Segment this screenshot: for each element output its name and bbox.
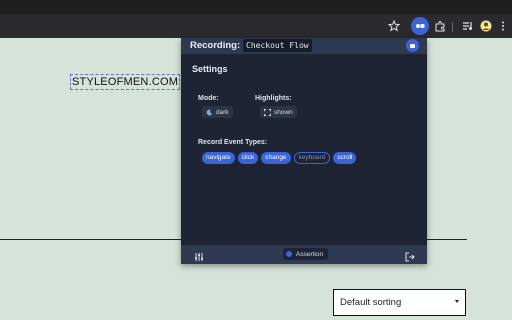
mode-toggle[interactable]: dark	[202, 106, 233, 118]
camera-icon	[410, 43, 415, 48]
chip-navigate[interactable]: navigate	[202, 152, 235, 164]
highlights-value: shown	[274, 108, 293, 116]
browser-tab-strip	[0, 0, 512, 14]
media-controls-icon[interactable]	[460, 18, 476, 34]
recorder-popup: Recording: Checkout Flow Settings Mode: …	[181, 38, 427, 264]
browser-menu-icon[interactable]	[495, 18, 511, 34]
settings-sliders-icon[interactable]	[194, 249, 204, 261]
mode-label: Mode:	[198, 95, 219, 102]
chevron-down-icon	[455, 300, 459, 303]
popup-header: Recording: Checkout Flow	[181, 38, 427, 54]
settings-title: Settings	[192, 64, 228, 74]
moon-icon	[206, 108, 213, 115]
add-icon	[286, 251, 292, 257]
assertion-label: Assertion	[296, 250, 324, 258]
chip-change[interactable]: change	[261, 152, 291, 164]
extensions-puzzle-icon[interactable]	[432, 18, 448, 34]
event-types-label: Record Event Types:	[198, 139, 268, 146]
event-type-chips: navigate click change keyboard scroll	[202, 152, 357, 164]
highlights-toggle[interactable]: shown	[260, 106, 297, 118]
sort-select[interactable]: Default sorting	[333, 289, 466, 316]
recording-label: Recording:	[190, 40, 241, 51]
bookmark-star-icon[interactable]	[386, 18, 402, 34]
chip-keyboard[interactable]: keyboard	[293, 152, 331, 164]
site-logo[interactable]: STYLEOFMEN.COM	[70, 74, 181, 90]
highlights-label: Highlights:	[255, 95, 292, 102]
profile-avatar-icon[interactable]	[478, 18, 494, 34]
browser-toolbar	[0, 14, 512, 38]
stop-recording-button[interactable]	[406, 39, 419, 52]
popup-footer: Assertion	[181, 245, 427, 264]
toolbar-divider	[452, 22, 453, 32]
recorder-extension-icon[interactable]	[411, 17, 429, 35]
recording-name[interactable]: Checkout Flow	[243, 39, 312, 52]
mode-value: dark	[216, 108, 229, 116]
expand-icon	[264, 108, 271, 116]
chip-scroll[interactable]: scroll	[333, 152, 357, 164]
sort-select-value: Default sorting	[340, 297, 402, 308]
exit-icon[interactable]	[405, 249, 415, 262]
chip-click[interactable]: click	[237, 152, 259, 164]
assertion-button[interactable]: Assertion	[283, 248, 329, 260]
